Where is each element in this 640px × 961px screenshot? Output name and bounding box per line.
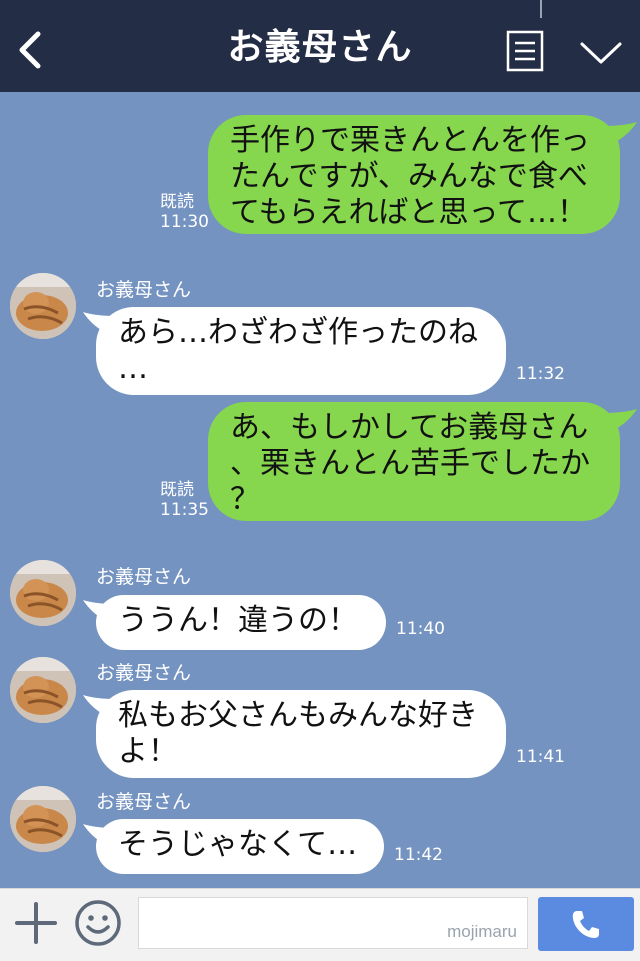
incoming-message-bubble[interactable]: あら…わざわざ作ったのね … [96,307,506,395]
message-line: あら…わざわざ作ったのね [118,315,478,350]
message-meta: 既読 11:35 [160,480,209,520]
message-meta: 既読 11:30 [160,192,209,232]
message-list[interactable]: 手作りで栗きんとんを作っ たんですが、みんなで食べ てもらえればと思って…！ 既… [0,92,640,888]
cat-avatar-image [10,560,76,626]
status-indicator [540,0,542,18]
incoming-message-bubble[interactable]: そうじゃなくて… [96,819,384,874]
avatar[interactable] [10,786,76,852]
cat-avatar-image [10,657,76,723]
message-time: 11:35 [160,500,209,520]
sender-name: お義母さん [96,566,192,588]
chat-title: お義母さん [227,27,413,68]
avatar[interactable] [10,657,76,723]
message-line: 手作りで栗きんとんを作っ [230,123,590,158]
message-line: そうじゃなくて… [118,827,358,862]
incoming-message-bubble[interactable]: 私もお父さんもみんな好き よ！ [96,690,506,778]
sender-name: お義母さん [96,279,192,301]
watermark: mojimaru [447,922,517,941]
bubble-tail [83,824,116,846]
read-receipt: 既読 [160,480,194,500]
read-receipt: 既読 [160,192,194,212]
plus-icon[interactable] [14,901,58,945]
message-line: よ！ [118,734,178,769]
message-line: 私もお父さんもみんな好き [118,698,478,733]
phone-icon [572,911,599,938]
chevron-down-icon[interactable] [578,38,624,68]
message-line: … [118,351,148,386]
incoming-message-bubble[interactable]: ううん！違うの！ [96,595,386,650]
message-time: 11:32 [516,364,565,384]
sender-name: お義母さん [96,791,192,813]
bubble-tail [604,409,637,431]
message-line: たんですが、みんなで食べ [230,159,588,194]
call-button[interactable] [538,897,634,951]
cat-avatar-image [10,273,76,339]
bubble-tail [83,312,116,334]
message-input[interactable]: mojimaru [138,897,528,949]
outgoing-message-bubble[interactable]: あ、もしかしてお義母さん 、栗きんとん苦手でしたか ？ [208,402,620,521]
message-line: あ、もしかしてお義母さん [230,410,589,445]
sender-name: お義母さん [96,662,192,684]
message-line: ？ [230,482,260,517]
input-bar: mojimaru [0,888,640,961]
cat-avatar-image [10,786,76,852]
bubble-tail [83,600,116,622]
avatar[interactable] [10,273,76,339]
message-time: 11:30 [160,212,209,232]
avatar[interactable] [10,560,76,626]
emoji-icon[interactable] [74,899,122,947]
outgoing-message-bubble[interactable]: 手作りで栗きんとんを作っ たんですが、みんなで食べ てもらえればと思って…！ [208,115,620,234]
bubble-tail [604,122,637,144]
message-line: てもらえればと思って…！ [230,195,587,230]
menu-icon[interactable] [506,30,544,72]
bubble-tail [83,695,116,717]
message-time: 11:42 [394,845,443,865]
message-line: 、栗きんとん苦手でしたか [230,446,590,481]
message-time: 11:40 [396,619,445,639]
message-line: ううん！違うの！ [118,603,358,638]
message-time: 11:41 [516,747,565,767]
chat-header: お義母さん [0,0,640,92]
